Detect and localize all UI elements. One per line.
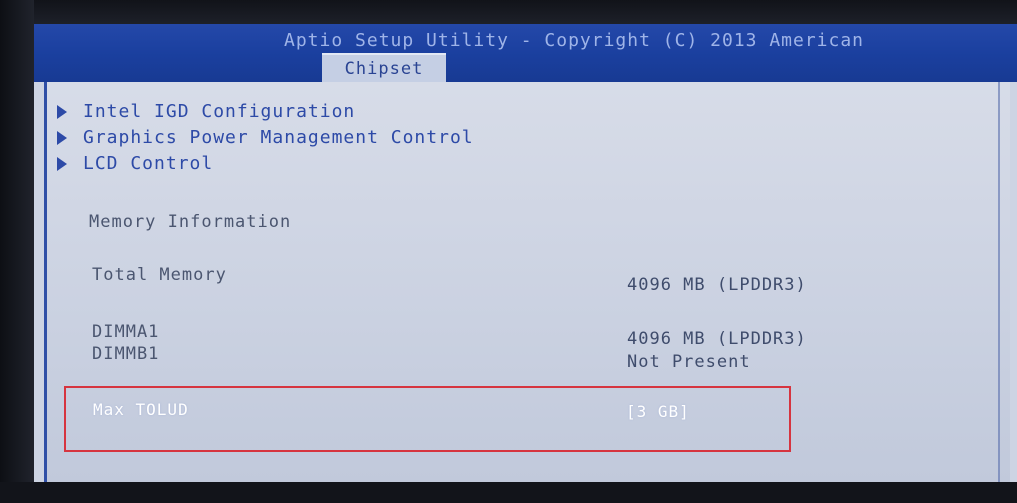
dimmb1-value: Not Present bbox=[627, 352, 751, 372]
bios-title: Aptio Setup Utility - Copyright (C) 2013… bbox=[284, 30, 865, 51]
tab-chipset[interactable]: Chipset bbox=[322, 53, 446, 84]
submenu-arrow-icon bbox=[57, 131, 67, 145]
screen-bezel-bottom bbox=[0, 482, 1017, 503]
total-memory-label: Total Memory bbox=[92, 265, 227, 285]
dimmb1-label: DIMMB1 bbox=[92, 344, 160, 364]
submenu-label: LCD Control bbox=[83, 153, 214, 174]
submenu-label: Graphics Power Management Control bbox=[83, 127, 474, 148]
panel-right-border bbox=[998, 82, 1000, 482]
dimma1-value: 4096 MB (LPDDR3) bbox=[627, 329, 807, 349]
bios-header: Aptio Setup Utility - Copyright (C) 2013… bbox=[34, 24, 1017, 84]
max-tolud-value[interactable]: [3 GB] bbox=[626, 402, 690, 421]
max-tolud-option[interactable]: Max TOLUD [3 GB] bbox=[64, 386, 791, 452]
bios-screen: Aptio Setup Utility - Copyright (C) 2013… bbox=[34, 24, 1017, 482]
total-memory-value: 4096 MB (LPDDR3) bbox=[627, 275, 807, 295]
dimma1-label: DIMMA1 bbox=[92, 322, 160, 342]
memory-information-heading: Memory Information bbox=[89, 212, 292, 232]
submenu-arrow-icon bbox=[57, 105, 67, 119]
max-tolud-label: Max TOLUD bbox=[93, 400, 189, 419]
submenu-label: Intel IGD Configuration bbox=[83, 101, 356, 122]
screen-bezel-left bbox=[0, 0, 34, 503]
submenu-arrow-icon bbox=[57, 157, 67, 171]
screen-bezel-top bbox=[0, 0, 1017, 24]
